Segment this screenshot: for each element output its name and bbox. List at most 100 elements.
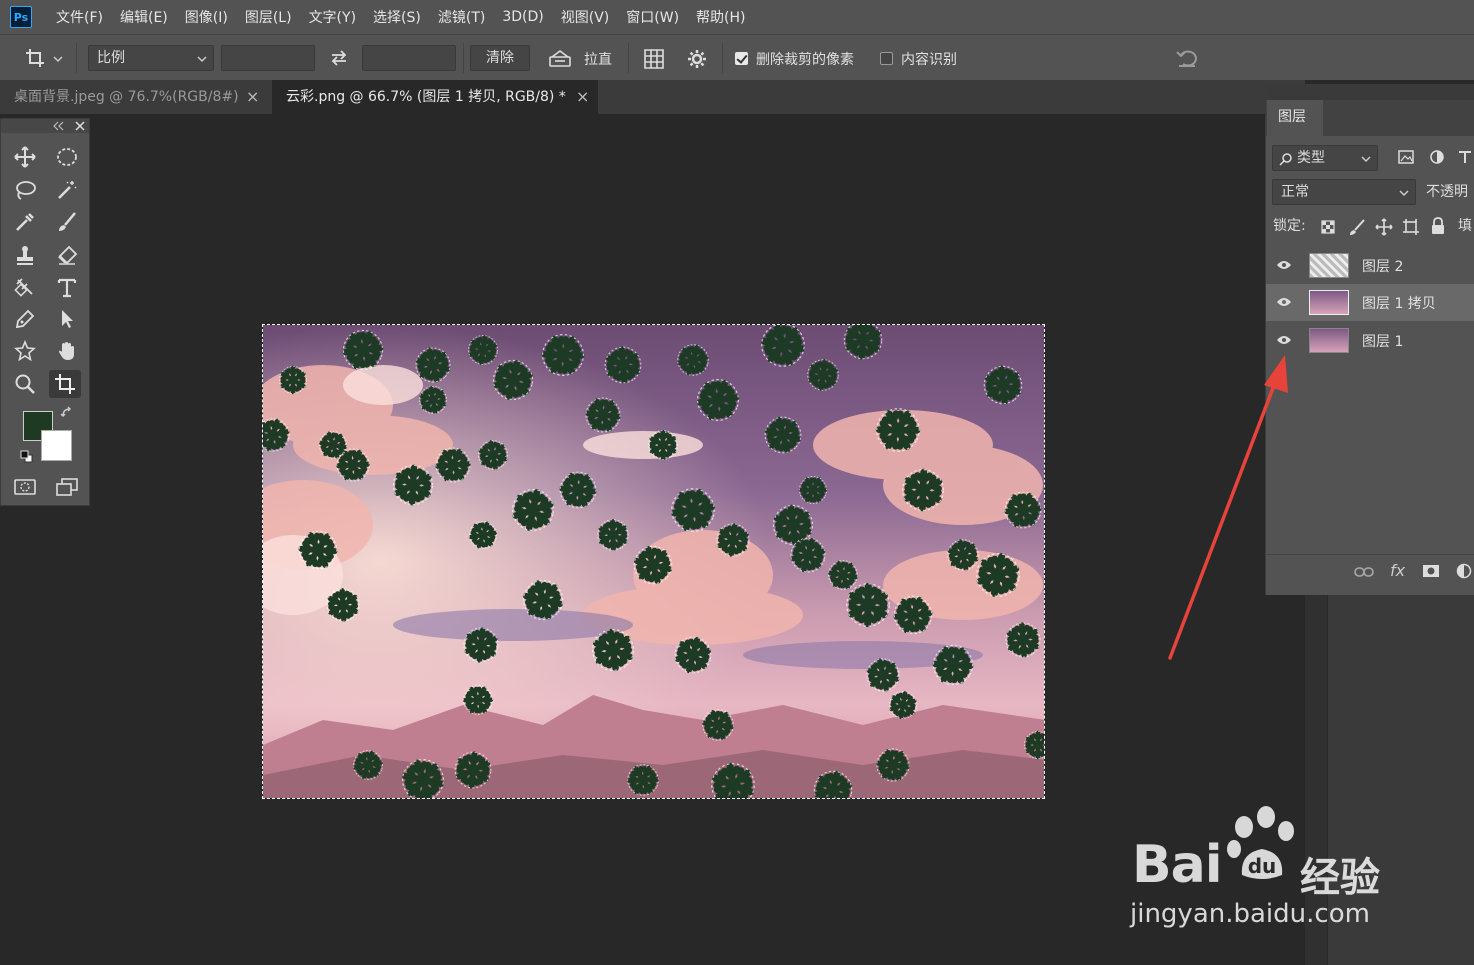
content-aware-label[interactable]: 内容识别 [901,49,957,69]
red-arrow-annotation [1168,355,1288,660]
lock-artboard-icon[interactable] [1402,218,1420,236]
close-icon[interactable] [75,121,85,131]
options-bar: 比例 清除 拉直 删除裁剪的像素 内容识别 [0,34,1474,80]
menu-bar: Ps 文件(F) 编辑(E) 图像(I) 图层(L) 文字(Y) 选择(S) 滤… [0,0,1474,34]
layer-name: 图层 1 [1362,334,1404,350]
menu-file[interactable]: 文件(F) [56,7,103,27]
delete-cropped-checkbox[interactable] [735,52,748,65]
width-input[interactable] [221,45,315,71]
menu-type[interactable]: 文字(Y) [309,7,356,27]
layer-name: 图层 1 拷贝 [1362,296,1436,312]
svg-text:du: du [1248,854,1277,878]
adjustment-layer-icon[interactable] [1456,563,1472,579]
lock-transparent-icon[interactable] [1321,220,1335,234]
swap-colors-icon[interactable] [59,405,75,421]
gradient-icon[interactable] [9,273,41,301]
chevron-down-icon [1399,190,1409,197]
zoom-icon[interactable] [9,370,41,398]
visibility-eye-icon[interactable] [1276,297,1292,307]
lasso-icon[interactable] [9,176,41,204]
ratio-select[interactable]: 比例 [88,45,214,71]
elliptical-marquee-icon[interactable] [51,143,83,171]
type-tool-icon[interactable] [51,273,83,301]
clone-stamp-icon[interactable] [9,241,41,269]
layers-panel-grip[interactable] [1265,84,1474,100]
ratio-select-label: 比例 [97,50,125,66]
watermark-jingyan: 经验 [1300,855,1380,901]
menu-select[interactable]: 选择(S) [373,7,421,27]
menu-window[interactable]: 窗口(W) [626,7,679,27]
lock-position-icon[interactable] [1375,218,1393,236]
lock-pixels-icon[interactable] [1348,218,1366,236]
visibility-eye-icon[interactable] [1276,260,1292,270]
menu-image[interactable]: 图像(I) [185,7,228,27]
chevron-down-icon [1361,156,1371,163]
lock-label: 锁定: [1273,218,1306,234]
custom-shape-icon[interactable] [9,337,41,365]
eraser-icon[interactable] [51,241,83,269]
height-input[interactable] [362,45,456,71]
screen-mode-icon[interactable] [51,473,83,501]
layer-row-layer1-copy[interactable]: 图层 1 拷贝 [1266,284,1474,321]
tab-desktop-background[interactable]: 桌面背景.jpeg @ 76.7%(RGB/8#) × [0,80,270,114]
menu-edit[interactable]: 编辑(E) [120,7,168,27]
swap-icon[interactable] [329,48,349,72]
watermark-url: jingyan.baidu.com [1130,899,1370,929]
layer-name: 图层 2 [1362,259,1404,275]
adjustment-filter-icon[interactable] [1429,149,1445,165]
magic-wand-icon[interactable] [51,176,83,204]
straighten-icon[interactable] [548,49,572,73]
crop-tool-icon[interactable] [49,370,81,398]
clear-button[interactable]: 清除 [470,45,530,71]
tools-panel-header[interactable] [1,119,89,133]
tab-clouds[interactable]: 云彩.png @ 66.7% (图层 1 拷贝, RGB/8) * × [272,80,598,114]
gear-icon[interactable] [686,48,708,74]
lock-all-icon[interactable] [1431,217,1445,235]
search-icon [1279,153,1292,166]
background-color-swatch[interactable] [41,430,72,461]
menu-filter[interactable]: 滤镜(T) [438,7,485,27]
add-mask-icon[interactable] [1422,564,1440,578]
crop-tool-preset-icon[interactable] [24,47,64,75]
layers-tab-row: 图层 [1266,100,1474,136]
grid-overlay-icon[interactable] [643,48,665,74]
type-filter-icon[interactable] [1458,150,1472,164]
menu-view[interactable]: 视图(V) [561,7,610,27]
document-tab-bar: 桌面背景.jpeg @ 76.7%(RGB/8#) × 云彩.png @ 66.… [0,80,1305,114]
reset-icon[interactable] [1175,47,1199,73]
move-tool-icon[interactable] [9,143,41,171]
path-selection-icon[interactable] [51,305,83,333]
menu-help[interactable]: 帮助(H) [696,7,745,27]
tab-label: 桌面背景.jpeg @ 76.7%(RGB/8#) [14,89,239,105]
straighten-label[interactable]: 拉直 [584,49,612,69]
brush-icon[interactable] [51,208,83,236]
quick-mask-icon[interactable] [9,473,41,501]
delete-cropped-label[interactable]: 删除裁剪的像素 [756,49,854,69]
default-colors-icon[interactable] [19,449,35,465]
tab-label: 云彩.png @ 66.7% (图层 1 拷贝, RGB/8) * [286,89,566,105]
layer-thumbnail [1309,253,1349,278]
chevron-down-icon [197,56,207,63]
layer-filter-select[interactable]: 类型 [1272,145,1378,171]
content-aware-checkbox[interactable] [880,52,893,65]
close-icon[interactable]: × [576,80,589,114]
visibility-eye-icon[interactable] [1276,335,1292,345]
menu-3d[interactable]: 3D(D) [502,9,543,25]
document-canvas[interactable] [262,324,1045,799]
eyedropper-icon[interactable] [9,208,41,236]
hand-icon[interactable] [51,337,83,365]
layer-row-layer2[interactable]: 图层 2 [1266,247,1474,284]
close-icon[interactable]: × [246,80,259,114]
tab-layers[interactable]: 图层 [1267,100,1323,136]
menu-layer[interactable]: 图层(L) [245,7,292,27]
blend-mode-select[interactable]: 正常 [1272,179,1416,205]
watermark-logo-text: Bai [1132,835,1223,895]
image-filter-icon[interactable] [1398,150,1414,164]
fx-icon[interactable]: fx [1390,561,1405,580]
link-layers-icon[interactable] [1354,566,1374,578]
blend-mode-label: 正常 [1281,184,1309,200]
tools-panel [0,118,90,506]
collapse-icon[interactable] [53,121,65,131]
layer-thumbnail [1309,328,1349,353]
pen-tool-icon[interactable] [9,305,41,333]
